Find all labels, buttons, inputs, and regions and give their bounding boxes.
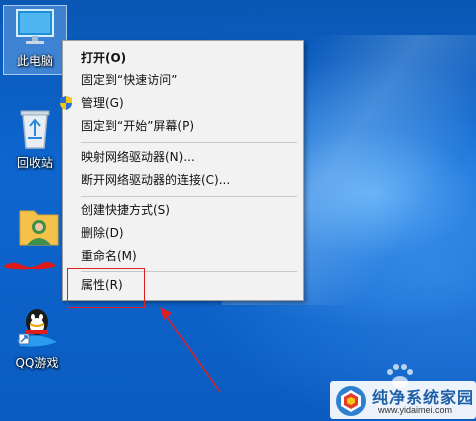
menu-item-create-shortcut[interactable]: 创建快捷方式(S) [63,199,303,221]
menu-item-delete[interactable]: 删除(D) [63,222,303,244]
menu-separator [81,142,297,143]
desktop-icon-label: 此电脑 [16,54,53,68]
computer-icon [16,9,54,44]
recycle-bin-icon [20,110,50,149]
desktop-icon-label: 回收站 [16,156,53,170]
menu-item-map-network-drive[interactable]: 映射网络驱动器(N)... [63,146,303,168]
menu-item-disconnect-network-drive[interactable]: 断开网络驱动器的连接(C)... [63,169,303,191]
menu-item-label: 重命名(M) [81,249,137,263]
menu-item-label: 打开(O) [81,51,127,65]
user-folder-icon [19,210,59,246]
menu-item-label: 管理(G) [81,96,124,110]
menu-item-label: 固定到“开始”屏幕(P) [81,119,195,133]
menu-item-label: 删除(D) [81,226,124,240]
site-logo-icon [336,386,366,416]
annotation-arrow-icon [160,307,221,393]
desktop-icon-user-folder[interactable] [8,205,70,255]
menu-item-label: 固定到“快速访问” [81,73,178,87]
menu-item-open[interactable]: 打开(O) [63,47,303,69]
red-redaction-scribble [4,262,56,270]
annotation-highlight-box [67,268,145,308]
menu-item-pin-start[interactable]: 固定到“开始”屏幕(P) [63,115,303,137]
menu-item-manage[interactable]: 管理(G) [60,92,303,114]
context-menu: 打开(O) 固定到“快速访问” 管理(G) 固定到“开始”屏幕(P) 映射网络驱… [60,40,304,301]
menu-item-rename[interactable]: 重命名(M) [63,245,303,267]
menu-separator [81,196,297,197]
site-watermark: 纯净系统家园 www.yidaimei.com [330,381,476,419]
desktop-icon-recycle-bin[interactable]: 回收站 [4,106,66,170]
uac-shield-icon [60,96,72,110]
menu-item-pin-quick-access[interactable]: 固定到“快速访问” [63,69,303,91]
menu-item-label: 断开网络驱动器的连接(C)... [81,173,231,187]
desktop-icon-label: QQ游戏 [15,356,59,370]
menu-item-label: 创建快捷方式(S) [81,203,170,217]
watermark-url: www.yidaimei.com [378,405,453,415]
desktop-icon-this-pc[interactable]: 此电脑 [3,5,67,75]
qq-game-icon [17,309,57,347]
menu-item-label: 映射网络驱动器(N)... [81,150,195,164]
desktop-icon-qq-game[interactable]: QQ游戏 [6,302,68,370]
